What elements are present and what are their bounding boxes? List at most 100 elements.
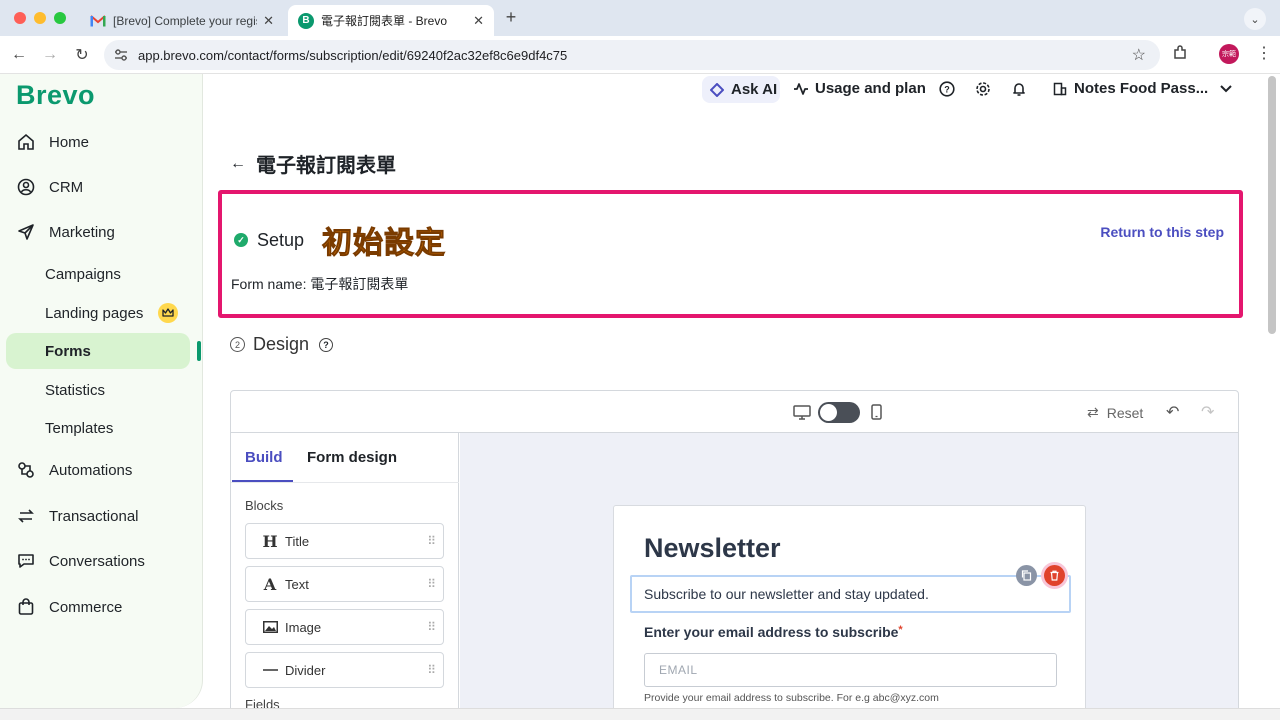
crown-icon	[158, 303, 179, 323]
reset-icon: ⇄	[1087, 404, 1099, 420]
setup-step-header: ✓ Setup 初始設定	[234, 218, 446, 262]
email-help-text: Provide your email address to subscribe.…	[644, 692, 939, 704]
block-label: Image	[285, 619, 322, 635]
block-title[interactable]: H Title ⠿	[245, 523, 444, 559]
profile-avatar[interactable]: 宗範	[1219, 44, 1239, 64]
drag-handle-icon[interactable]: ⠿	[427, 577, 436, 591]
close-window-button[interactable]	[14, 12, 26, 24]
close-tab-icon[interactable]: ✕	[263, 13, 274, 29]
sidebar-item-label: Statistics	[45, 381, 106, 399]
design-step-header: 2 Design ?	[230, 334, 334, 355]
device-toggle[interactable]	[818, 402, 860, 423]
reset-button[interactable]: ⇄ Reset	[1087, 404, 1143, 421]
back-to-forms-link[interactable]: ← 電子報訂閱表單	[230, 149, 396, 178]
newsletter-description[interactable]: Subscribe to our newsletter and stay upd…	[630, 575, 1071, 613]
shop-icon	[16, 597, 36, 617]
new-tab-button[interactable]: +	[501, 7, 521, 28]
activity-icon	[793, 82, 809, 96]
help-icon[interactable]: ?	[319, 337, 334, 352]
block-label: Text	[285, 576, 309, 592]
newsletter-title[interactable]: Newsletter	[644, 533, 781, 564]
delete-block-button[interactable]	[1044, 565, 1065, 586]
contacts-icon	[16, 177, 36, 197]
minimize-window-button[interactable]	[34, 12, 46, 24]
page-scrollbar[interactable]	[1268, 76, 1276, 334]
sidebar-item-landing-pages[interactable]: Landing pages	[6, 295, 190, 331]
return-to-step-link[interactable]: Return to this step	[1100, 224, 1224, 240]
chevron-down-icon	[1220, 84, 1232, 93]
tab-title: [Brevo] Complete your registr	[113, 13, 258, 28]
block-divider[interactable]: Divider ⠿	[245, 652, 444, 688]
sidebar-item-forms[interactable]: Forms	[6, 333, 190, 369]
page-title: 電子報訂閱表單	[256, 155, 396, 177]
tab-search-chevron-icon[interactable]: ⌄	[1244, 8, 1266, 30]
maximize-window-button[interactable]	[54, 12, 66, 24]
account-switcher[interactable]: Notes Food Pass...	[1053, 80, 1232, 97]
send-icon	[16, 222, 36, 242]
tab-gmail[interactable]: [Brevo] Complete your registr ✕	[80, 5, 284, 36]
notifications-bell-icon[interactable]	[1010, 80, 1028, 98]
settings-gear-icon[interactable]	[974, 80, 992, 98]
form-preview-card: Newsletter Subscribe to our newsletter a…	[613, 505, 1086, 719]
redo-icon[interactable]: ↷	[1201, 402, 1214, 422]
required-asterisk: *	[898, 624, 903, 636]
brevo-logo[interactable]: Brevo	[16, 80, 95, 111]
extensions-icon[interactable]	[1172, 45, 1188, 65]
sidebar-item-automations[interactable]: Automations	[6, 452, 190, 488]
tab-build[interactable]: Build	[245, 449, 283, 466]
ask-ai-button[interactable]: Ask AI	[702, 76, 780, 103]
divider-icon	[259, 668, 281, 672]
usage-label: Usage and plan	[815, 80, 926, 97]
site-settings-icon[interactable]	[112, 46, 130, 64]
block-image[interactable]: Image ⠿	[245, 609, 444, 645]
tab-title: 電子報訂閱表單 - Brevo	[321, 14, 448, 28]
chat-icon	[16, 551, 36, 571]
form-name-value: 電子報訂閱表單	[310, 276, 409, 292]
reload-icon[interactable]: ↻	[72, 45, 92, 65]
email-input[interactable]: EMAIL	[644, 653, 1057, 687]
sidebar-item-marketing[interactable]: Marketing	[6, 214, 190, 250]
sidebar-item-commerce[interactable]: Commerce	[6, 589, 190, 625]
sidebar-item-templates[interactable]: Templates	[6, 410, 190, 446]
undo-icon[interactable]: ↶	[1166, 402, 1179, 422]
sidebar-item-conversations[interactable]: Conversations	[6, 543, 190, 579]
sidebar-item-label: Landing pages	[45, 304, 144, 322]
block-text[interactable]: A Text ⠿	[245, 566, 444, 602]
image-icon	[259, 621, 281, 633]
tab-brevo[interactable]: B 電子報訂閱表單 - Brevo ✕	[288, 5, 494, 36]
duplicate-block-button[interactable]	[1016, 565, 1037, 586]
annotation-initial-setup: 初始設定	[322, 226, 447, 262]
sidebar-item-statistics[interactable]: Statistics	[6, 372, 190, 408]
help-icon[interactable]: ?	[938, 80, 956, 98]
browser-menu-icon[interactable]: ⋮	[1256, 43, 1272, 63]
sidebar-item-campaigns[interactable]: Campaigns	[6, 256, 190, 292]
address-bar: ← → ↻ app.brevo.com/contact/forms/subscr…	[0, 36, 1280, 74]
active-nav-indicator	[197, 341, 201, 361]
forward-arrow-icon[interactable]: →	[40, 45, 60, 65]
sidebar-item-crm[interactable]: CRM	[6, 169, 190, 205]
form-name-line: Form name: 電子報訂閱表單	[231, 274, 408, 294]
browser-bottom-edge	[0, 708, 1280, 720]
sidebar-item-label: Commerce	[49, 598, 123, 616]
usage-and-plan-button[interactable]: Usage and plan	[793, 80, 926, 97]
drag-handle-icon[interactable]: ⠿	[427, 620, 436, 634]
drag-handle-icon[interactable]: ⠿	[427, 663, 436, 677]
email-field-label: Enter your email address to subscribe*	[644, 624, 903, 640]
sidebar-item-transactional[interactable]: Transactional	[6, 498, 190, 534]
close-tab-icon[interactable]: ✕	[473, 13, 484, 29]
sidebar-item-home[interactable]: Home	[6, 124, 190, 160]
home-icon	[16, 132, 36, 152]
back-arrow-icon[interactable]: ←	[9, 45, 29, 65]
bookmark-star-icon[interactable]: ☆	[1132, 45, 1146, 65]
mobile-icon[interactable]	[867, 403, 885, 421]
tab-form-design[interactable]: Form design	[307, 449, 397, 466]
url-field[interactable]: app.brevo.com/contact/forms/subscription…	[104, 40, 1160, 70]
sidebar-item-label: CRM	[49, 178, 84, 196]
setup-step-highlight: ✓ Setup 初始設定 Return to this step Form na…	[218, 190, 1243, 318]
drag-handle-icon[interactable]: ⠿	[427, 534, 436, 548]
desktop-icon[interactable]	[793, 403, 811, 421]
sidebar-item-label: Forms	[45, 342, 91, 360]
heading-icon: H	[262, 531, 278, 551]
editor-toolbar: ⇄ Reset ↶ ↷	[231, 391, 1238, 433]
brevo-icon: B	[298, 12, 314, 29]
